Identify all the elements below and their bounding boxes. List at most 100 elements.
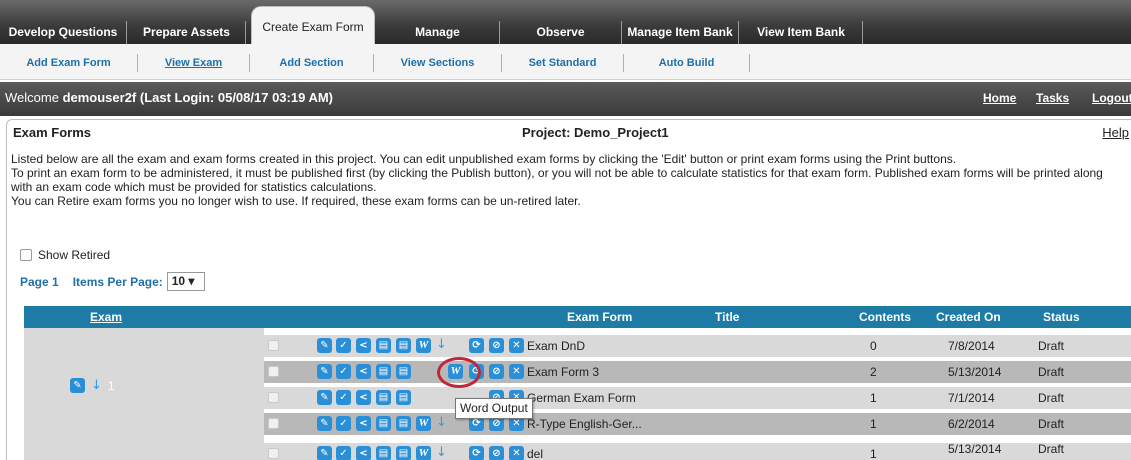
table-row: ✎ ✓ < ▤ ▤ ⊘ ✕ German Exam Form 1 7/1/201…	[264, 387, 1131, 409]
edit-icon[interactable]: ✎	[317, 416, 332, 431]
tab-prepare-assets[interactable]: Prepare Assets	[128, 21, 246, 44]
retire-icon[interactable]: ⊘	[489, 364, 504, 379]
word-output-icon[interactable]: W	[416, 416, 431, 431]
tab-manage-item-bank[interactable]: Manage Item Bank	[622, 21, 739, 44]
print-icon[interactable]: ▤	[396, 364, 411, 379]
share-icon[interactable]: <	[356, 416, 371, 431]
edit-icon[interactable]: ✎	[317, 364, 332, 379]
print-icon[interactable]: ▤	[396, 390, 411, 405]
created-date: 7/8/2014	[948, 339, 995, 353]
exam-form-column-header: Exam Form	[567, 310, 633, 324]
edit-icon[interactable]: ✎	[317, 390, 332, 405]
exam-form-name: Exam DnD	[527, 339, 586, 353]
row-checkbox[interactable]	[268, 366, 279, 377]
welcome-bar: Welcome demouser2f (Last Login: 05/08/17…	[0, 82, 1131, 116]
auto-build-link[interactable]: Auto Build	[624, 54, 750, 72]
edit-icon[interactable]: ✎	[317, 446, 332, 460]
title-column-header: Title	[715, 310, 740, 324]
delete-icon[interactable]: ✕	[509, 446, 524, 460]
pager: Page 1 Items Per Page: 10 ▾	[20, 272, 205, 291]
view-sections-link[interactable]: View Sections	[374, 54, 502, 72]
project-name: Project: Demo_Project1	[522, 125, 669, 140]
print-icon[interactable]: ▤	[396, 416, 411, 431]
show-retired-checkbox[interactable]	[20, 249, 32, 261]
exam-number: 1	[107, 378, 115, 393]
retire-icon[interactable]: ⊘	[489, 338, 504, 353]
username: demouser2f	[62, 90, 137, 105]
created-date: 5/13/2014	[948, 443, 1002, 456]
check-icon[interactable]: ✓	[336, 416, 351, 431]
document-icon[interactable]: ▤	[376, 390, 391, 405]
share-icon[interactable]: <	[356, 390, 371, 405]
tab-observe[interactable]: Observe	[500, 21, 622, 44]
document-icon[interactable]: ▤	[376, 364, 391, 379]
created-date: 6/2/2014	[948, 417, 995, 431]
items-per-page-select[interactable]: 10 ▾	[166, 272, 205, 291]
tab-manage[interactable]: Manage	[376, 21, 500, 44]
view-exam-link[interactable]: View Exam	[138, 54, 250, 72]
page-indicator[interactable]: Page 1	[20, 275, 59, 289]
contents-column-header: Contents	[859, 310, 911, 324]
check-icon[interactable]: ✓	[336, 446, 351, 460]
contents-count: 0	[870, 339, 877, 353]
logout-link[interactable]: Logout	[1092, 91, 1131, 105]
retire-icon[interactable]: ⊘	[489, 446, 504, 460]
row-checkbox[interactable]	[268, 448, 279, 459]
top-tab-bar: Develop Questions Prepare Assets Create …	[0, 0, 1131, 44]
sub-menu-bar: Add Exam Form View Exam Add Section View…	[0, 44, 1131, 80]
check-icon[interactable]: ✓	[336, 364, 351, 379]
add-section-link[interactable]: Add Section	[250, 54, 374, 72]
table-row: ✎ ✓ < ▤ ▤ W ↓ ⟳ ⊘ ✕ Exam DnD 0 7/8/2014 …	[264, 335, 1131, 357]
publish-icon[interactable]: ⟳	[469, 338, 484, 353]
down-arrow-icon[interactable]: ↓	[436, 337, 447, 352]
items-per-page-label: Items Per Page:	[72, 274, 163, 289]
created-on-column-header: Created On	[936, 310, 1001, 324]
print-icon[interactable]: ▤	[396, 446, 411, 460]
down-arrow-icon[interactable]: ↓	[436, 415, 447, 430]
delete-icon[interactable]: ✕	[509, 364, 524, 379]
exam-form-name: R-Type English-Ger...	[527, 417, 642, 431]
table-row: ✎ ✓ < ▤ ▤ W ⟳ ⊘ ✕ Exam Form 3 2 5/13/201…	[264, 361, 1131, 383]
down-arrow-icon[interactable]: ↓	[436, 445, 447, 460]
status: Draft	[1038, 443, 1065, 456]
publish-icon[interactable]: ⟳	[469, 446, 484, 460]
edit-exam-icon[interactable]: ✎	[70, 378, 85, 393]
welcome-message: Welcome demouser2f (Last Login: 05/08/17…	[5, 90, 334, 105]
check-icon[interactable]: ✓	[336, 390, 351, 405]
edit-icon[interactable]: ✎	[317, 338, 332, 353]
share-icon[interactable]: <	[356, 338, 371, 353]
document-icon[interactable]: ▤	[376, 338, 391, 353]
highlight-circle	[437, 357, 481, 388]
move-down-arrow-icon[interactable]: ↓	[91, 378, 102, 393]
tab-view-item-bank[interactable]: View Item Bank	[740, 21, 863, 44]
contents-count: 1	[870, 447, 877, 460]
set-standard-link[interactable]: Set Standard	[502, 54, 624, 72]
home-link[interactable]: Home	[983, 91, 1016, 105]
row-checkbox[interactable]	[268, 340, 279, 351]
exam-column-header[interactable]: Exam	[90, 310, 122, 324]
exam-form-name: Exam Form 3	[527, 365, 600, 379]
contents-count: 1	[870, 391, 877, 405]
contents-count: 1	[870, 417, 877, 431]
word-output-icon[interactable]: W	[416, 446, 431, 460]
table-row: ✎ ✓ < ▤ ▤ W ↓ ⟳ ⊘ ✕ R-Type English-Ger..…	[264, 413, 1131, 435]
help-link[interactable]: Help	[1102, 125, 1129, 140]
share-icon[interactable]: <	[356, 446, 371, 460]
row-checkbox[interactable]	[268, 392, 279, 403]
document-icon[interactable]: ▤	[376, 416, 391, 431]
share-icon[interactable]: <	[356, 364, 371, 379]
check-icon[interactable]: ✓	[336, 338, 351, 353]
tab-develop-questions[interactable]: Develop Questions	[0, 21, 127, 44]
row-checkbox[interactable]	[268, 418, 279, 429]
word-output-icon[interactable]: W	[416, 338, 431, 353]
status: Draft	[1038, 339, 1065, 353]
tab-create-exam-form[interactable]: Create Exam Form	[251, 6, 375, 44]
table-row: ✎ ✓ < ▤ ▤ W ↓ ⟳ ⊘ ✕ del 1 5/13/2014 Draf…	[264, 443, 1131, 460]
show-retired-option[interactable]: Show Retired	[20, 248, 110, 262]
print-icon[interactable]: ▤	[396, 338, 411, 353]
status-column-header: Status	[1043, 310, 1080, 324]
add-exam-form-link[interactable]: Add Exam Form	[0, 54, 138, 72]
tasks-link[interactable]: Tasks	[1036, 91, 1069, 105]
delete-icon[interactable]: ✕	[509, 338, 524, 353]
document-icon[interactable]: ▤	[376, 446, 391, 460]
